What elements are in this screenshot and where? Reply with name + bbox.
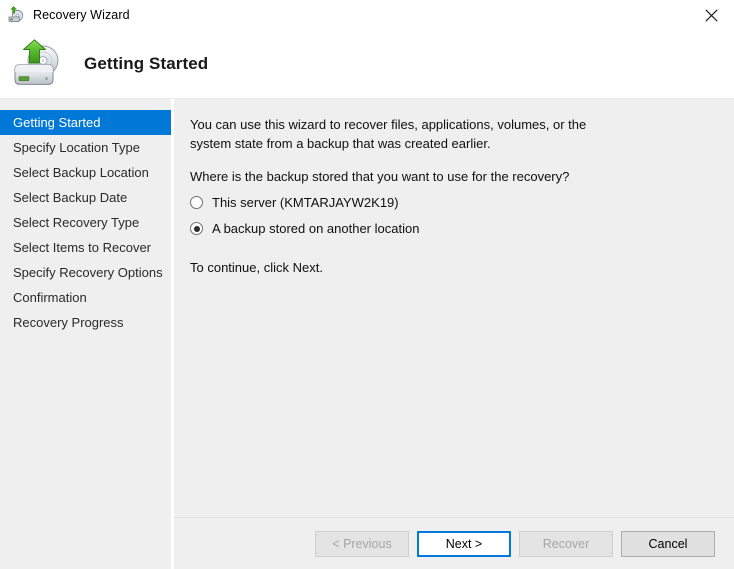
sidebar-item-getting-started[interactable]: Getting Started bbox=[0, 110, 171, 135]
close-icon[interactable] bbox=[689, 0, 734, 30]
sidebar-item-label: Getting Started bbox=[13, 115, 100, 130]
sidebar-item-specify-location-type[interactable]: Specify Location Type bbox=[0, 135, 171, 160]
wizard-body: Getting Started Specify Location Type Se… bbox=[0, 99, 734, 569]
sidebar-item-label: Specify Recovery Options bbox=[13, 265, 163, 280]
title-bar: Recovery Wizard bbox=[0, 0, 734, 30]
page-title: Getting Started bbox=[84, 54, 208, 74]
intro-paragraph: You can use this wizard to recover files… bbox=[190, 115, 630, 153]
radio-button-unselected-icon[interactable] bbox=[190, 196, 203, 209]
wizard-content-area: You can use this wizard to recover files… bbox=[174, 99, 734, 569]
recovery-disk-icon bbox=[7, 6, 25, 24]
sidebar-item-select-backup-location[interactable]: Select Backup Location bbox=[0, 160, 171, 185]
sidebar-item-label: Select Recovery Type bbox=[13, 215, 139, 230]
wizard-header: Getting Started bbox=[0, 30, 734, 99]
sidebar-item-recovery-progress[interactable]: Recovery Progress bbox=[0, 310, 171, 335]
radio-option-label: This server (KMTARJAYW2K19) bbox=[212, 195, 399, 210]
radio-option-another-location[interactable]: A backup stored on another location bbox=[190, 221, 716, 236]
next-button[interactable]: Next > bbox=[417, 531, 511, 557]
window-title: Recovery Wizard bbox=[33, 8, 130, 22]
previous-button[interactable]: < Previous bbox=[315, 531, 409, 557]
wizard-steps-sidebar: Getting Started Specify Location Type Se… bbox=[0, 99, 174, 569]
recover-button[interactable]: Recover bbox=[519, 531, 613, 557]
sidebar-item-select-recovery-type[interactable]: Select Recovery Type bbox=[0, 210, 171, 235]
sidebar-item-label: Select Backup Date bbox=[13, 190, 127, 205]
sidebar-item-label: Specify Location Type bbox=[13, 140, 140, 155]
sidebar-item-specify-recovery-options[interactable]: Specify Recovery Options bbox=[0, 260, 171, 285]
recovery-disk-large-icon bbox=[10, 39, 72, 89]
sidebar-item-label: Confirmation bbox=[13, 290, 87, 305]
cancel-button[interactable]: Cancel bbox=[621, 531, 715, 557]
sidebar-item-select-backup-date[interactable]: Select Backup Date bbox=[0, 185, 171, 210]
sidebar-item-label: Select Items to Recover bbox=[13, 240, 151, 255]
radio-button-selected-icon[interactable] bbox=[190, 222, 203, 235]
recovery-wizard-window: Recovery Wizard bbox=[0, 0, 734, 569]
sidebar-item-label: Recovery Progress bbox=[13, 315, 124, 330]
wizard-content: You can use this wizard to recover files… bbox=[174, 99, 734, 517]
sidebar-item-label: Select Backup Location bbox=[13, 165, 149, 180]
wizard-footer: < Previous Next > Recover Cancel bbox=[174, 517, 734, 569]
radio-option-label: A backup stored on another location bbox=[212, 221, 419, 236]
continue-hint: To continue, click Next. bbox=[190, 260, 716, 275]
sidebar-item-confirmation[interactable]: Confirmation bbox=[0, 285, 171, 310]
backup-location-question: Where is the backup stored that you want… bbox=[190, 169, 716, 184]
radio-option-this-server[interactable]: This server (KMTARJAYW2K19) bbox=[190, 195, 716, 210]
sidebar-item-select-items-to-recover[interactable]: Select Items to Recover bbox=[0, 235, 171, 260]
